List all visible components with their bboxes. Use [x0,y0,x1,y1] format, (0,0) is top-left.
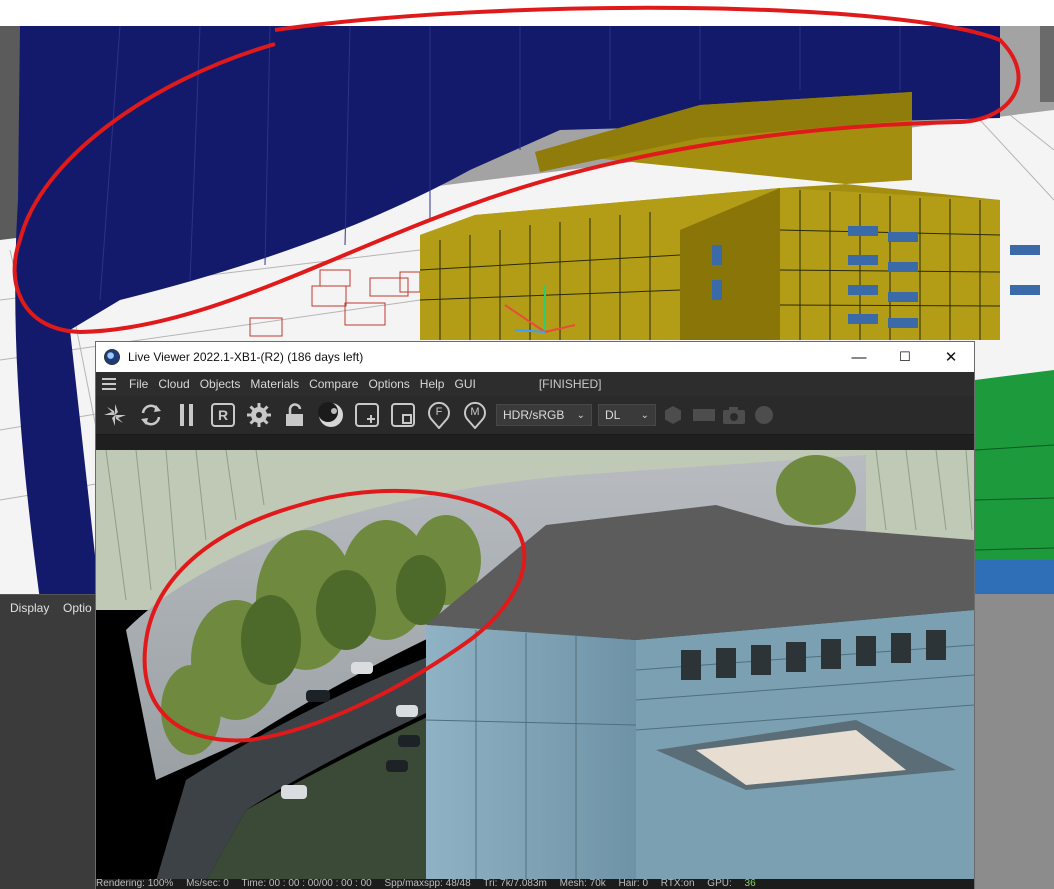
lock-icon[interactable] [280,400,310,430]
menu-file[interactable]: File [124,377,153,391]
live-viewer-window: Live Viewer 2022.1-XB1-(R2) (186 days le… [96,342,974,889]
region-render-letter: R [217,407,229,423]
region-render-icon[interactable]: R [208,400,238,430]
status-gpu: GPU: [707,879,732,889]
toolbar: R F M HDR/sRGB ⌄ DL ⌄ [96,396,974,435]
material-pick-icon[interactable]: M [460,400,490,430]
tab-display[interactable]: Display [10,601,49,615]
chevron-down-icon: ⌄ [576,409,585,421]
menu-options[interactable]: Options [363,377,414,391]
menu-compare[interactable]: Compare [304,377,363,391]
material-pick-letter: M [470,406,480,418]
status-gpu-value: 36 [744,879,756,889]
status-hair: Hair: 0 [618,879,648,889]
render-statusbar: Rendering: 100% Ms/sec: 0 Time: 00 : 00 … [96,879,974,889]
menu-materials[interactable]: Materials [245,377,304,391]
attribute-panel: Display Optio [0,594,100,889]
colorspace-value: HDR/sRGB [503,408,565,422]
window-title: Live Viewer 2022.1-XB1-(R2) (186 days le… [128,350,364,364]
menu-gui[interactable]: GUI [449,377,480,391]
render-status: [FINISHED] [538,377,602,391]
kernel-select[interactable]: DL ⌄ [598,404,656,426]
minimize-button[interactable]: — [836,342,882,372]
focus-pick-icon[interactable]: F [424,400,454,430]
add-region-icon[interactable] [352,400,382,430]
hexagon-icon[interactable] [662,400,684,430]
status-spp: Spp/maxspp: 48/48 [384,879,471,889]
octane-app-icon [104,349,120,365]
record-icon[interactable] [752,400,776,430]
menu-bar: File Cloud Objects Materials Compare Opt… [96,372,974,396]
hamburger-menu-icon[interactable] [102,378,116,390]
status-tri: Tri: 7k/7.083m [483,879,547,889]
send-scene-icon[interactable] [100,400,130,430]
status-time: Time: 00 : 00 : 00/00 : 00 : 00 [241,879,372,889]
maximize-button[interactable]: ☐ [882,342,928,372]
status-rendering: Rendering: 100% [96,879,174,889]
status-rtx: RTX:on [660,879,695,889]
chevron-down-icon: ⌄ [640,409,649,421]
kernel-value: DL [605,408,621,422]
restart-icon[interactable] [136,400,166,430]
camera-icon[interactable] [722,400,746,430]
window-titlebar[interactable]: Live Viewer 2022.1-XB1-(R2) (186 days le… [96,342,974,372]
focus-pick-letter: F [435,406,443,418]
colorspace-select[interactable]: HDR/sRGB ⌄ [496,404,592,426]
status-mssec: Ms/sec: 0 [186,879,229,889]
rendered-image [96,450,974,881]
menu-objects[interactable]: Objects [195,377,246,391]
status-mesh: Mesh: 70k [559,879,606,889]
close-button[interactable]: ✕ [928,342,974,372]
clear-region-icon[interactable] [388,400,418,430]
render-viewport[interactable] [96,450,974,881]
pause-icon[interactable] [172,400,202,430]
tab-options[interactable]: Optio [63,601,92,615]
film-icon[interactable] [692,400,716,430]
settings-gear-icon[interactable] [244,400,274,430]
material-ball-icon[interactable] [316,400,346,430]
menu-cloud[interactable]: Cloud [153,377,194,391]
menu-help[interactable]: Help [415,377,450,391]
